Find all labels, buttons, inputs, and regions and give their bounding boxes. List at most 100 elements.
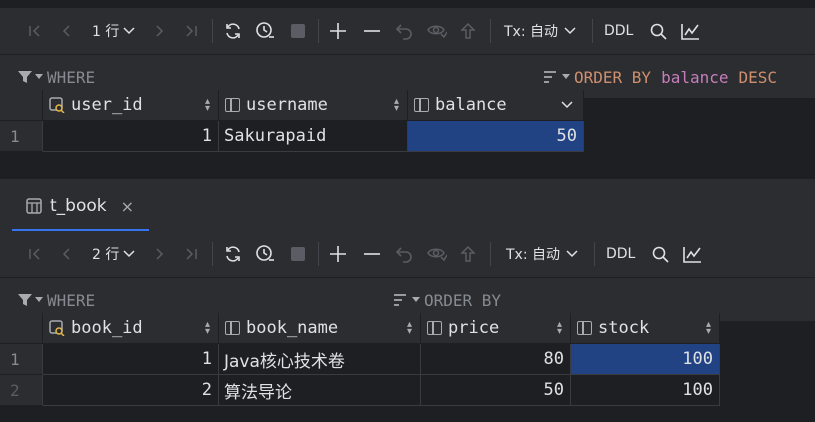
first-page-icon[interactable] <box>26 8 44 54</box>
transaction-mode-label: Tx: 自动 <box>506 247 561 263</box>
column-header-username[interactable]: username ▴ ▾ <box>219 90 408 121</box>
sort-toggle-icon[interactable]: ▴ ▾ <box>407 320 412 337</box>
transaction-mode-dropdown[interactable]: Tx: 自动 <box>506 231 578 277</box>
row-number[interactable]: 1 <box>0 344 43 375</box>
sort-icon <box>394 294 406 306</box>
grid-corner[interactable] <box>0 90 43 121</box>
last-page-icon[interactable] <box>182 8 200 54</box>
chevron-down-icon <box>566 250 578 258</box>
sort-toggle-icon[interactable]: ▴ ▾ <box>706 320 711 337</box>
cell-balance-selected[interactable]: 50 <box>408 121 584 152</box>
chart-icon[interactable] <box>682 231 702 277</box>
cell-username[interactable]: Sakurapaid <box>219 121 408 152</box>
results-toolbar: 1 行 Tx: 自动 DDL <box>0 8 815 54</box>
column-icon <box>225 98 240 112</box>
chevron-down-icon <box>412 297 420 302</box>
cell-user-id[interactable]: 1 <box>43 121 219 152</box>
refresh-icon[interactable] <box>222 8 244 54</box>
page-size-label: 2 行 <box>92 247 120 263</box>
delete-row-icon[interactable] <box>362 8 382 54</box>
page-size-label: 1 行 <box>92 24 120 40</box>
column-title: book_name <box>246 318 339 338</box>
table-icon <box>26 198 42 214</box>
column-header-balance[interactable]: balance <box>408 90 584 121</box>
history-icon[interactable] <box>254 8 276 54</box>
column-header-price[interactable]: price ▴ ▾ <box>421 313 571 344</box>
sort-toggle-icon[interactable]: ▴ ▾ <box>557 320 562 337</box>
preview-changes-icon[interactable] <box>426 231 448 277</box>
history-icon[interactable] <box>254 231 276 277</box>
prev-page-icon[interactable] <box>58 8 76 54</box>
column-header-book-name[interactable]: book_name ▴ ▾ <box>219 313 421 344</box>
column-icon <box>225 321 240 335</box>
row-number[interactable]: 2 <box>0 375 43 406</box>
cell-book-id[interactable]: 2 <box>43 375 219 406</box>
next-page-icon[interactable] <box>150 231 168 277</box>
filter-icon <box>18 71 32 83</box>
add-row-icon[interactable] <box>328 231 348 277</box>
filter-icon <box>18 294 32 306</box>
close-icon[interactable]: × <box>121 197 134 216</box>
search-icon[interactable] <box>648 8 668 54</box>
ddl-button[interactable]: DDL <box>604 8 633 54</box>
column-header-stock[interactable]: stock ▴ ▾ <box>571 313 720 344</box>
search-icon[interactable] <box>650 231 670 277</box>
column-title: price <box>448 318 500 338</box>
row-number[interactable]: 1 <box>0 121 43 152</box>
toolbar-divider <box>212 242 213 266</box>
order-by-direction: DESC <box>738 67 778 87</box>
column-icon <box>414 98 429 112</box>
cell-book-id[interactable]: 1 <box>43 344 219 375</box>
revert-icon[interactable] <box>394 231 414 277</box>
tab-t-book[interactable]: t_book × <box>12 179 149 233</box>
transaction-mode-dropdown[interactable]: Tx: 自动 <box>504 8 576 54</box>
order-by-keyword: ORDER BY <box>574 67 652 87</box>
column-title: username <box>246 95 328 115</box>
cell-book-name[interactable]: Java核心技术卷 <box>219 344 421 375</box>
sort-toggle-icon[interactable]: ▴ ▾ <box>394 97 399 114</box>
column-title: user_id <box>71 95 143 115</box>
submit-icon[interactable] <box>458 231 478 277</box>
sort-toggle-icon[interactable]: ▴ ▾ <box>205 97 210 114</box>
sort-toggle-icon[interactable]: ▴ ▾ <box>205 320 210 337</box>
order-by-label: ORDER BY <box>424 290 502 310</box>
toolbar-divider <box>212 19 213 43</box>
cell-stock-selected[interactable]: 100 <box>571 344 720 375</box>
column-header-book-id[interactable]: book_id ▴ ▾ <box>43 313 219 344</box>
page-size-dropdown[interactable]: 2 行 <box>92 231 135 277</box>
toolbar-divider <box>490 19 491 43</box>
next-page-icon[interactable] <box>150 8 168 54</box>
preview-changes-icon[interactable] <box>426 8 448 54</box>
delete-row-icon[interactable] <box>362 231 382 277</box>
chart-icon[interactable] <box>680 8 700 54</box>
result-tabs: t_book × <box>0 178 815 232</box>
last-page-icon[interactable] <box>182 231 200 277</box>
add-row-icon[interactable] <box>328 8 348 54</box>
prev-page-icon[interactable] <box>58 231 76 277</box>
cell-price[interactable]: 80 <box>421 344 571 375</box>
toolbar-divider <box>490 242 491 266</box>
page-size-dropdown[interactable]: 1 行 <box>92 8 135 54</box>
toolbar-divider <box>318 242 319 266</box>
stop-icon[interactable] <box>288 231 308 277</box>
toolbar-divider <box>594 242 595 266</box>
sort-descending-icon[interactable] <box>561 101 573 109</box>
column-header-user-id[interactable]: user_id ▴ ▾ <box>43 90 219 121</box>
order-by-column: balance <box>661 67 729 87</box>
grid-corner[interactable] <box>0 313 43 344</box>
column-icon <box>577 321 592 335</box>
cell-book-name[interactable]: 算法导论 <box>219 375 421 406</box>
first-page-icon[interactable] <box>26 231 44 277</box>
column-title: book_id <box>71 318 143 338</box>
column-title: stock <box>598 318 650 338</box>
toolbar-divider <box>318 19 319 43</box>
cell-price[interactable]: 50 <box>421 375 571 406</box>
toolbar-divider <box>592 19 593 43</box>
submit-icon[interactable] <box>458 8 478 54</box>
cell-stock[interactable]: 100 <box>571 375 720 406</box>
refresh-icon[interactable] <box>222 231 244 277</box>
stop-icon[interactable] <box>288 8 308 54</box>
ddl-button[interactable]: DDL <box>606 231 635 277</box>
primary-key-icon <box>49 97 65 113</box>
revert-icon[interactable] <box>394 8 414 54</box>
